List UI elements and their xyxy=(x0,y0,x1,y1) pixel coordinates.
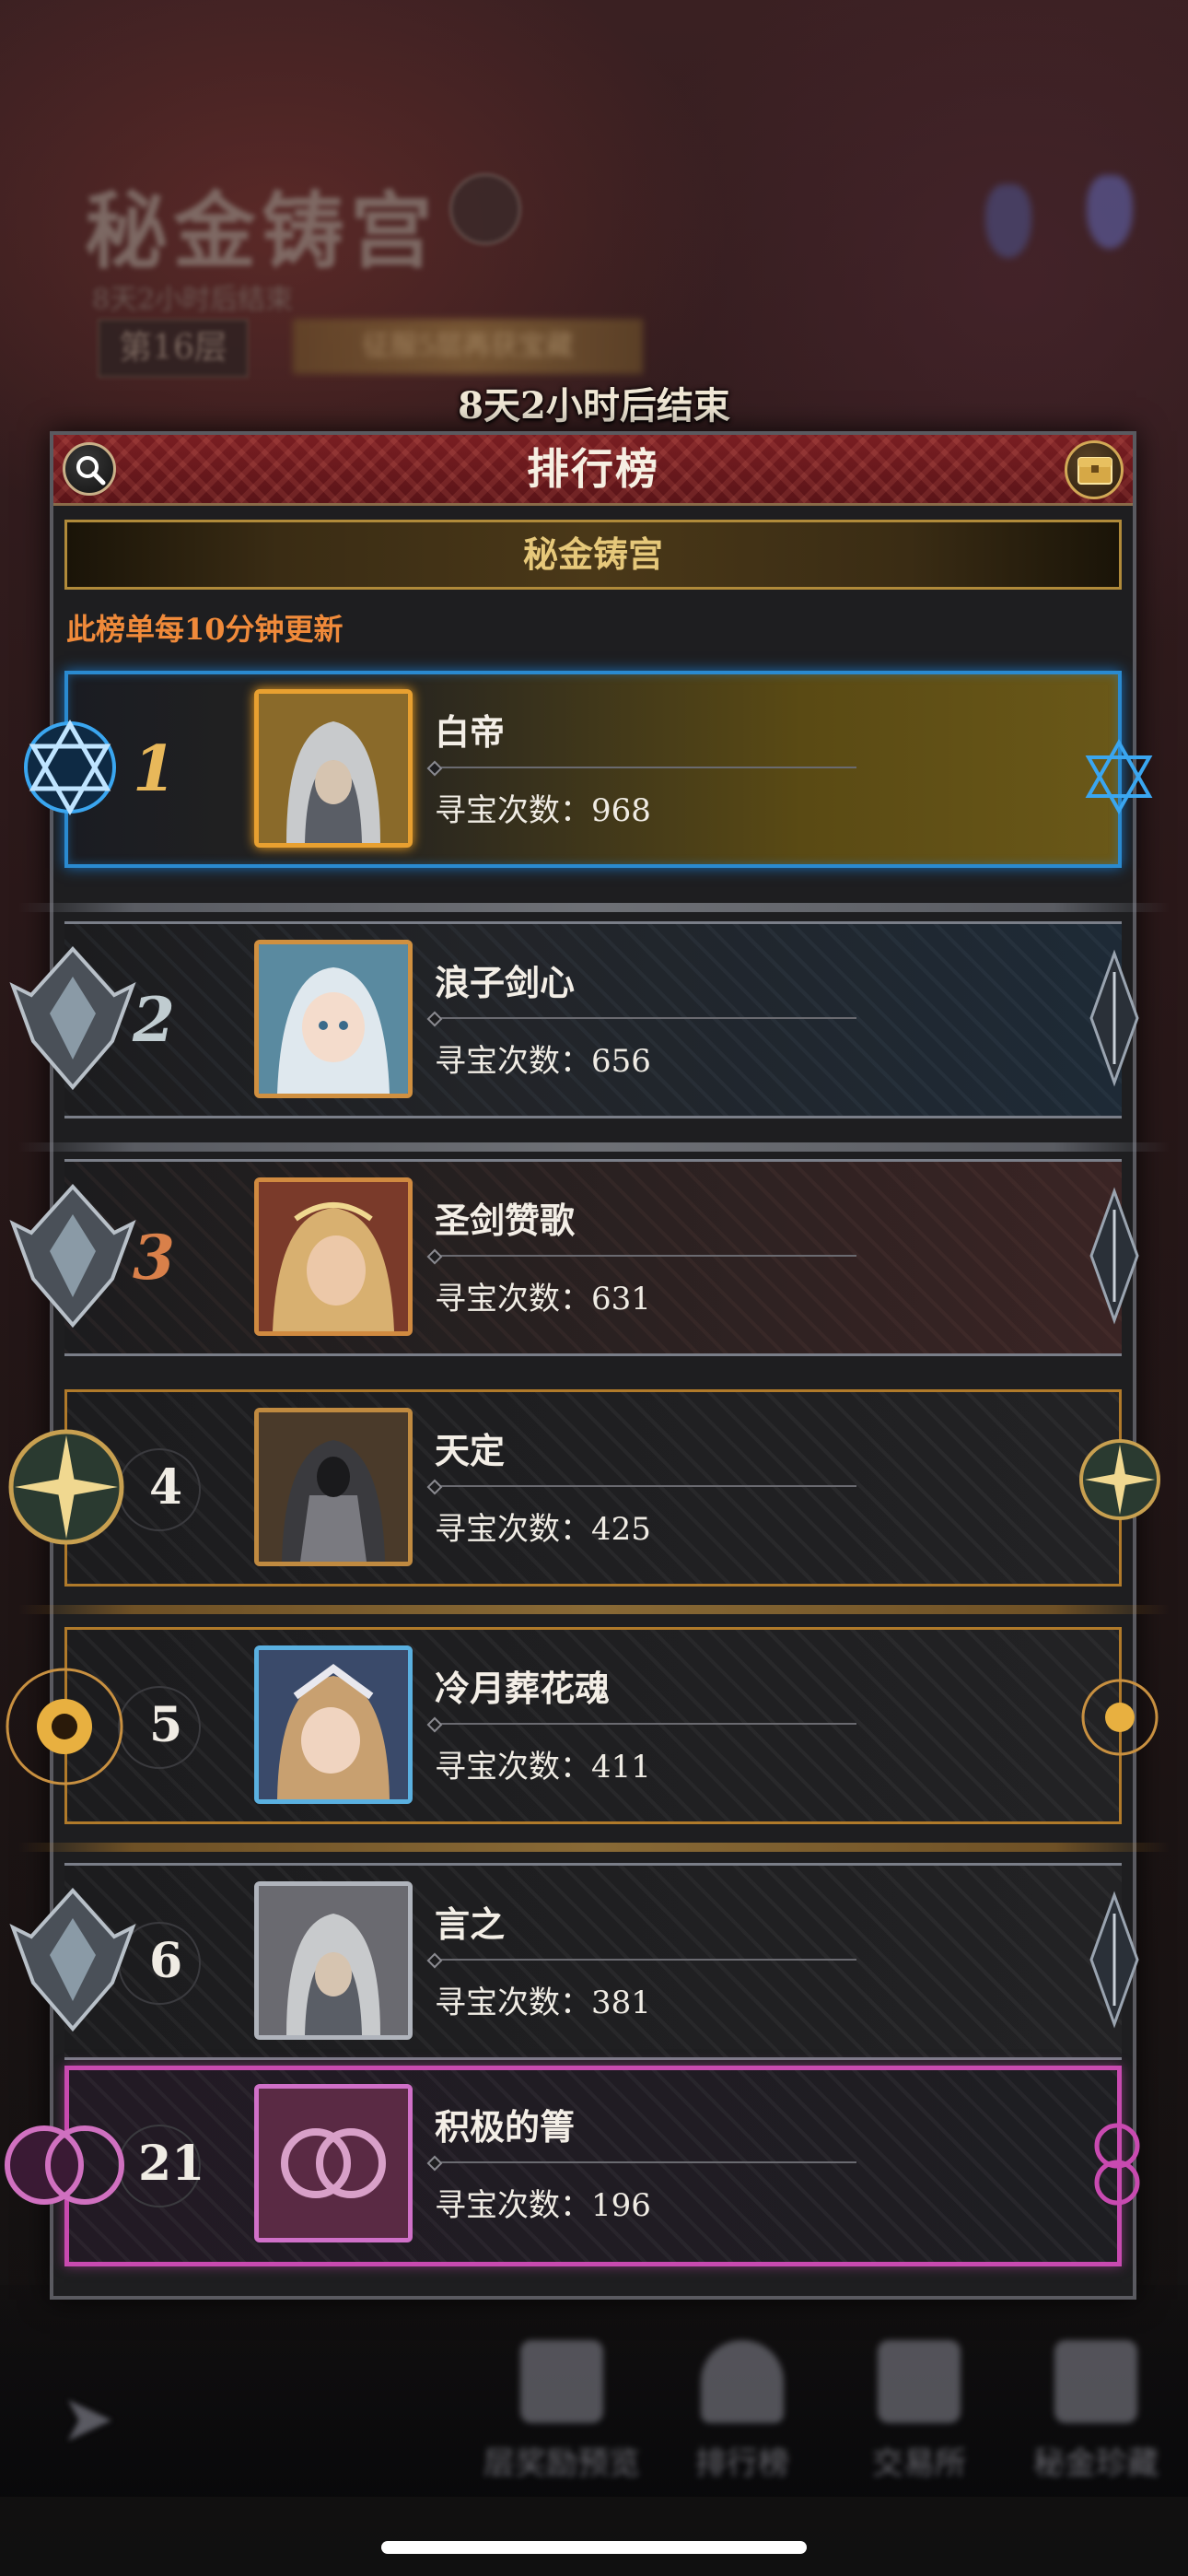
section-tab-active[interactable]: 秘金铸宫 xyxy=(64,520,1122,590)
rank-number: 21 xyxy=(138,2136,205,2192)
row-separator xyxy=(18,1605,1170,1614)
rank-number: 1 xyxy=(133,732,177,806)
divider-line xyxy=(433,1959,856,1961)
rank-number: 2 xyxy=(133,984,175,1056)
treasure-hunt-count: 寻宝次数：381 xyxy=(435,1985,651,2021)
divider-line xyxy=(433,767,856,768)
player-avatar xyxy=(254,2084,413,2242)
bg-crystal-icon xyxy=(1087,175,1133,249)
collection-icon xyxy=(1054,2340,1137,2423)
divider-line xyxy=(433,2161,856,2163)
nav-ranking[interactable]: 排行榜 xyxy=(659,2340,825,2488)
divider-line xyxy=(433,1017,856,1019)
nav-exchange[interactable]: 交易所 xyxy=(836,2340,1002,2488)
exchange-icon xyxy=(878,2340,961,2423)
row-separator xyxy=(18,1843,1170,1852)
search-button[interactable] xyxy=(63,442,116,496)
my-rank-row[interactable]: 21 积极的箐 寻宝次数：196 xyxy=(5,2066,1140,2266)
home-indicator[interactable] xyxy=(381,2541,807,2554)
nav-ranking-label: 排行榜 xyxy=(695,2445,789,2482)
bg-event-subtitle: 8天2小时后结束 xyxy=(92,284,294,316)
treasure-hunt-count: 寻宝次数：196 xyxy=(435,2187,651,2224)
player-name: 积极的箐 xyxy=(435,2106,576,2148)
nav-exchange-label: 交易所 xyxy=(872,2445,966,2482)
nav-reward-preview-label: 层奖励预览 xyxy=(483,2445,640,2482)
player-avatar xyxy=(254,1645,413,1804)
player-name: 圣剑赞歌 xyxy=(435,1200,576,1241)
rank-row-1[interactable]: 1 白帝 寻宝次数：968 xyxy=(24,671,1153,868)
bg-gem-icon xyxy=(985,184,1031,258)
reward-preview-icon xyxy=(520,2340,603,2423)
treasure-hunt-count: 寻宝次数：411 xyxy=(435,1749,651,1786)
reward-chest-button[interactable] xyxy=(1065,440,1124,499)
rank-row-4[interactable]: 4 天定 寻宝次数：425 xyxy=(8,1389,1160,1587)
row-separator xyxy=(18,1142,1170,1152)
treasure-hunt-count: 寻宝次数：425 xyxy=(435,1511,651,1548)
treasure-chest-icon xyxy=(1077,457,1112,485)
player-avatar xyxy=(254,1408,413,1566)
rank-row-2[interactable]: 2 浪子剑心 寻宝次数：656 xyxy=(9,921,1139,1118)
row-separator xyxy=(18,903,1170,912)
bg-banner: 征服5层再获宝藏 xyxy=(293,319,643,374)
nav-collection-label: 秘金珍藏 xyxy=(1033,2445,1159,2482)
rank-row-5[interactable]: 5 冷月葬花魂 寻宝次数：411 xyxy=(6,1627,1159,1824)
back-arrow-icon[interactable]: ➤ xyxy=(61,2386,153,2451)
player-name: 言之 xyxy=(435,1903,506,1945)
divider-line xyxy=(433,1723,856,1725)
bg-search-icon xyxy=(449,173,521,245)
nav-reward-preview[interactable]: 层奖励预览 xyxy=(479,2340,645,2488)
player-name: 冷月葬花魂 xyxy=(435,1668,611,1709)
nav-collection[interactable]: 秘金珍藏 xyxy=(1013,2340,1179,2488)
player-name: 天定 xyxy=(435,1430,506,1471)
bg-event-title: 秘金铸宫 xyxy=(85,182,438,280)
player-avatar xyxy=(254,689,413,848)
rank-row-6[interactable]: 6 言之 寻宝次数：381 xyxy=(9,1863,1139,2060)
treasure-hunt-count: 寻宝次数：631 xyxy=(435,1281,651,1317)
treasure-hunt-count: 寻宝次数：968 xyxy=(435,792,651,829)
rank-number: 3 xyxy=(133,1222,175,1294)
player-name: 浪子剑心 xyxy=(435,962,576,1003)
trophy-icon xyxy=(701,2340,784,2423)
player-name: 白帝 xyxy=(435,711,506,753)
rank-number: 4 xyxy=(149,1459,183,1516)
rank-number: 6 xyxy=(149,1933,183,1989)
search-icon xyxy=(76,456,106,486)
player-avatar xyxy=(254,1881,413,2040)
player-avatar xyxy=(254,1177,413,1336)
divider-line xyxy=(433,1255,856,1257)
rank-row-3[interactable]: 3 圣剑赞歌 寻宝次数：631 xyxy=(9,1159,1139,1356)
update-notice: 此榜单每10分钟更新 xyxy=(66,612,344,647)
modal-title: 排行榜 xyxy=(527,444,659,494)
player-avatar xyxy=(254,940,413,1098)
event-timer: 8天2小时后结束 xyxy=(458,384,730,427)
rank-number: 5 xyxy=(149,1697,183,1753)
divider-line xyxy=(433,1485,856,1487)
bg-floor-label: 第16层 xyxy=(98,319,249,378)
treasure-hunt-count: 寻宝次数：656 xyxy=(435,1043,651,1080)
modal-header: 排行榜 xyxy=(53,435,1133,506)
